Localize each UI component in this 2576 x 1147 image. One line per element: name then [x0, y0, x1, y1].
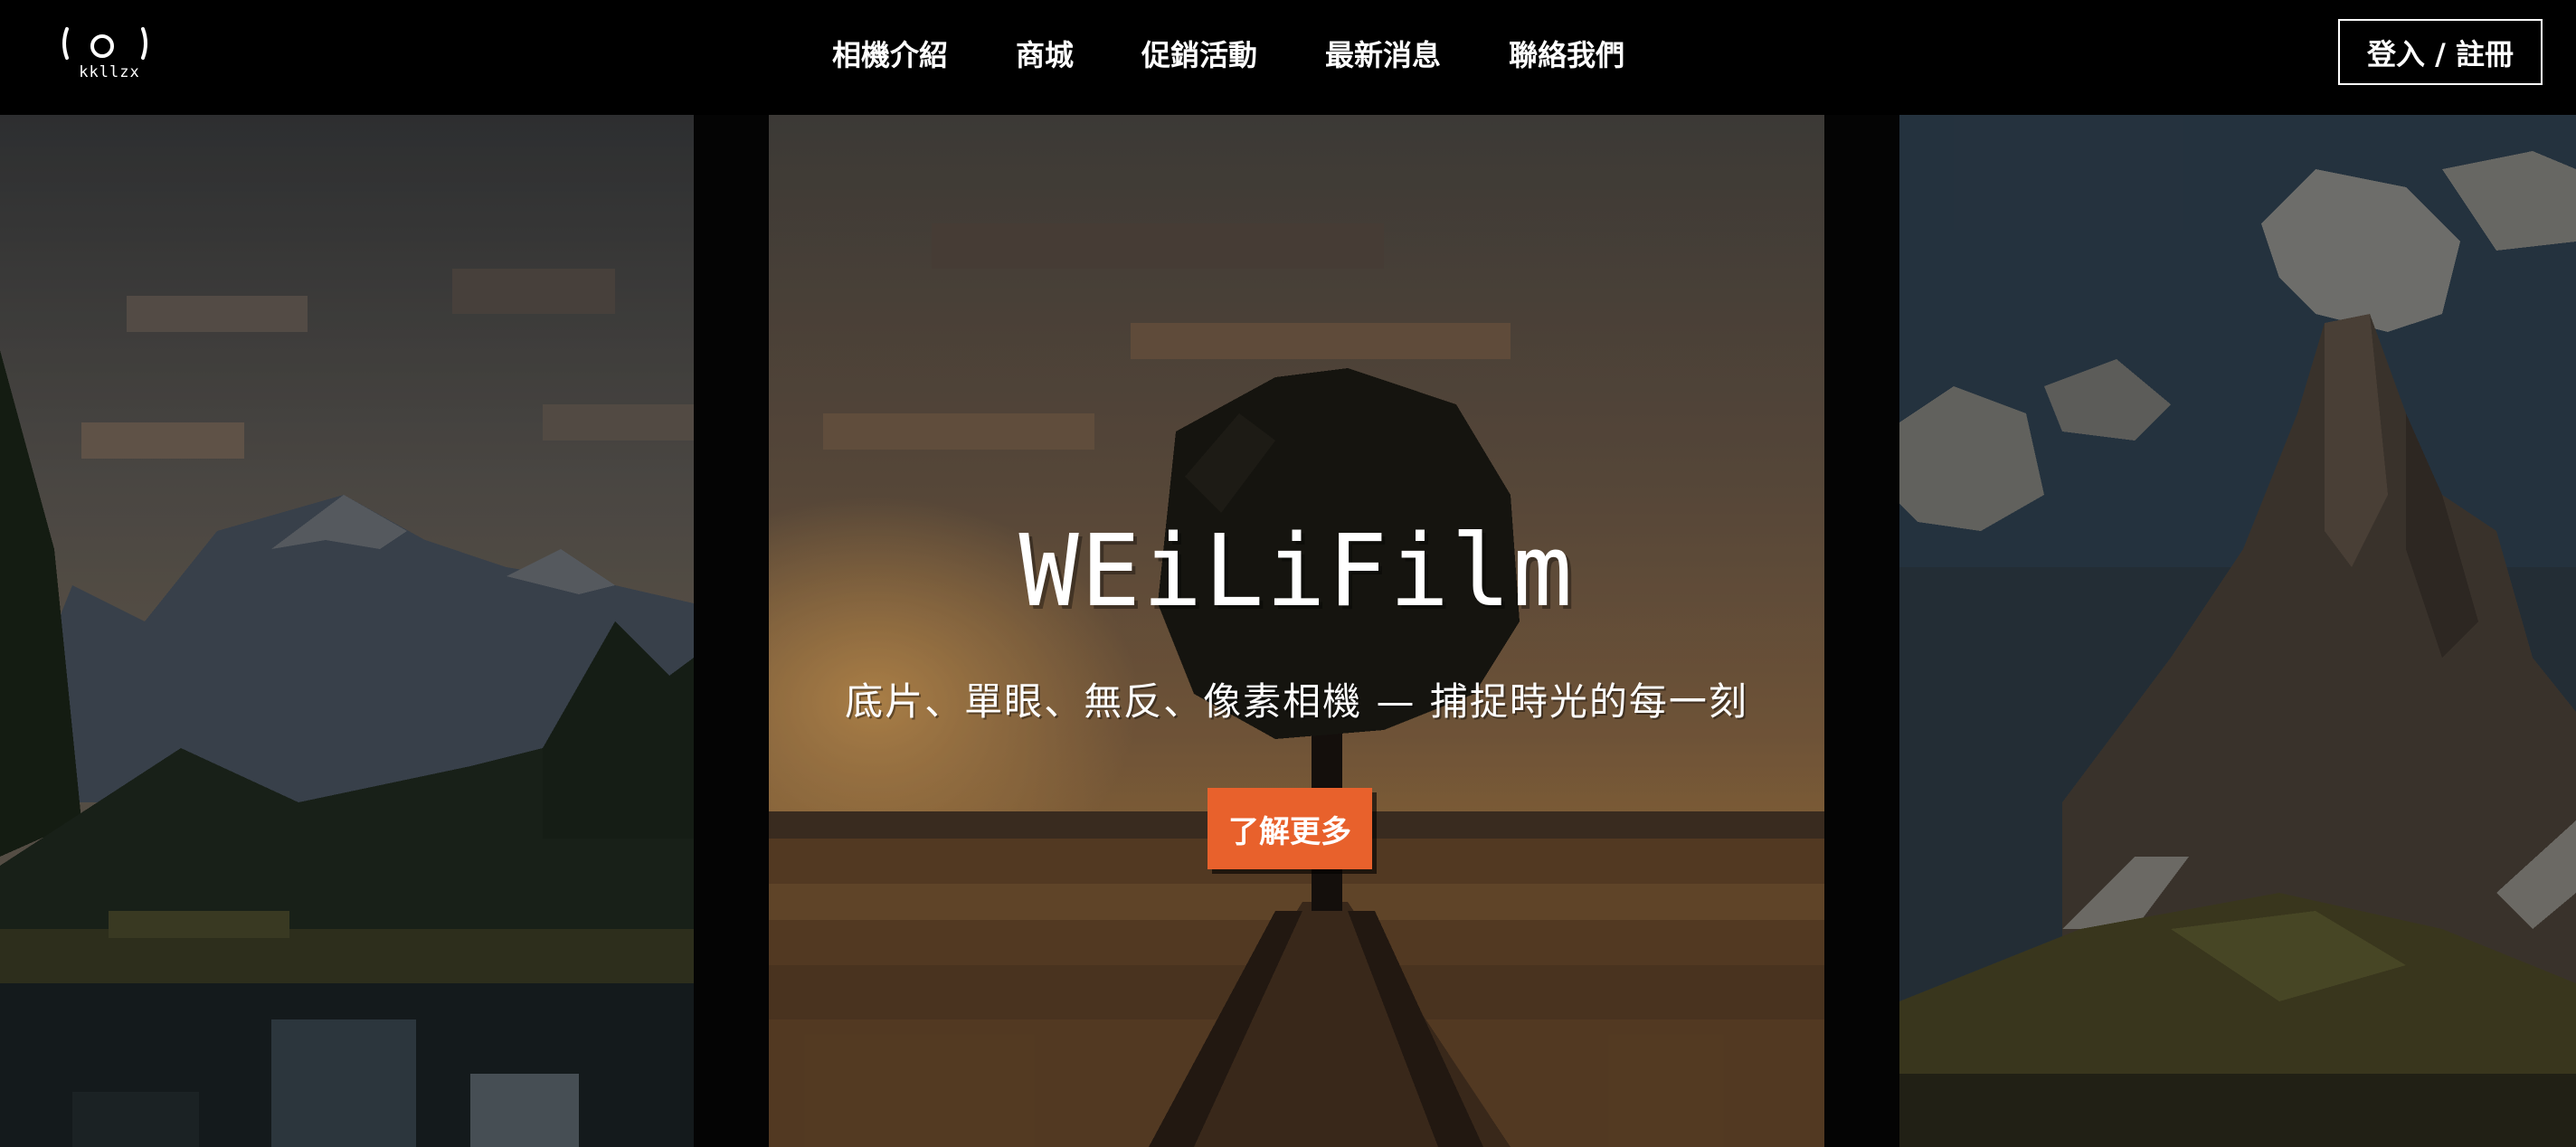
- nav-item-contact[interactable]: 聯絡我們: [1509, 33, 1624, 74]
- hero-subtitle: 底片、單眼、無反、像素相機 — 捕捉時光的每一刻: [845, 679, 1748, 724]
- hero-content: WEiLiFilm 底片、單眼、無反、像素相機 — 捕捉時光的每一刻 了解更多: [769, 115, 1824, 1147]
- login-register-button[interactable]: 登入 / 註冊: [2338, 19, 2543, 85]
- brand-logo[interactable]: kkllzx: [60, 24, 157, 87]
- hero-title: WEiLiFilm: [1018, 513, 1575, 629]
- nav-item-camera-intro[interactable]: 相機介紹: [832, 33, 948, 74]
- main-nav: 相機介紹 商城 促銷活動 最新消息 聯絡我們: [832, 0, 1624, 106]
- site-header: kkllzx 相機介紹 商城 促銷活動 最新消息 聯絡我們 登入 / 註冊: [0, 0, 2576, 115]
- nav-item-promotions[interactable]: 促銷活動: [1141, 33, 1257, 74]
- nav-item-shop[interactable]: 商城: [1016, 33, 1074, 74]
- logo-text: kkllzx: [79, 63, 140, 81]
- learn-more-button[interactable]: 了解更多: [1208, 788, 1372, 869]
- hero-section: WEiLiFilm 底片、單眼、無反、像素相機 — 捕捉時光的每一刻 了解更多: [0, 115, 2576, 1147]
- nav-item-news[interactable]: 最新消息: [1325, 33, 1441, 74]
